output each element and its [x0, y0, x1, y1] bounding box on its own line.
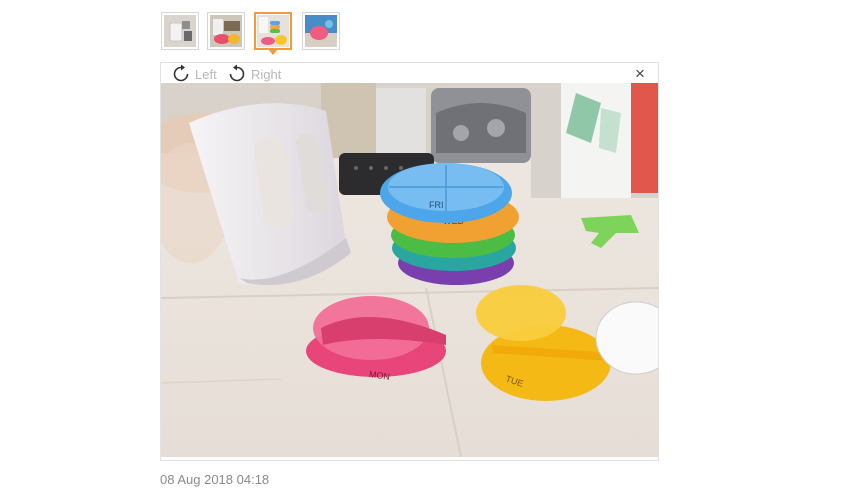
rotate-right-button[interactable]: Right [227, 64, 281, 84]
thumbnail-1[interactable] [161, 12, 199, 50]
rotate-left-icon [173, 64, 189, 82]
review-timestamp: 08 Aug 2018 04:18 [160, 472, 270, 487]
cut-off-title [160, 0, 640, 2]
rotate-right-label: Right [251, 66, 282, 82]
close-icon: × [635, 64, 645, 83]
active-thumbnail-caret [268, 49, 278, 55]
close-button[interactable]: × [632, 64, 648, 83]
image-viewer: Left Right × FRI MON TUE [160, 62, 659, 461]
rotate-right-icon [229, 64, 245, 82]
pill-organizer-photo: THU WED FRI MON TUE [161, 83, 658, 457]
thumbnail-4[interactable] [302, 12, 340, 50]
rotate-left-button[interactable]: Left [171, 64, 217, 84]
viewer-toolbar: Left Right × [161, 63, 658, 84]
review-photo[interactable]: THU WED FRI MON TUE [161, 83, 658, 457]
case-label-fri: FRI [429, 200, 444, 210]
thumbnail-2[interactable] [207, 12, 245, 50]
thumbnail-3[interactable] [254, 12, 292, 55]
rotate-left-label: Left [195, 66, 217, 82]
